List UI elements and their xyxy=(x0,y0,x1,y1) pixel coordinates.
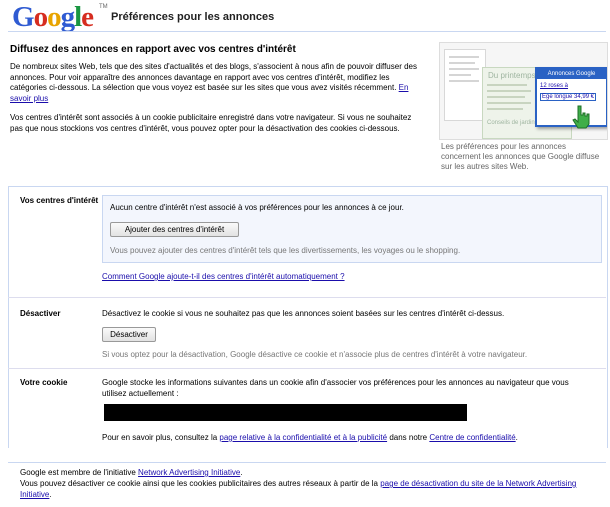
intro-text: De nombreux sites Web, tels que des site… xyxy=(10,62,417,92)
interests-status: Aucun centre d'intérêt n'est associé à v… xyxy=(110,203,404,212)
interests-label: Vos centres d'intérêt xyxy=(20,196,99,205)
row-divider xyxy=(8,297,606,298)
page-title: Préférences pour les annonces xyxy=(111,11,275,23)
more-prefix: Pour en savoir plus, consultez la xyxy=(102,433,218,442)
ad-line: 12 roses à xyxy=(540,83,569,89)
illustration-caption: Les préférences pour les annonces concer… xyxy=(441,142,600,171)
more-middle: dans notre xyxy=(389,433,428,442)
deactivate-label: Désactiver xyxy=(20,309,61,318)
header-divider xyxy=(8,31,606,32)
add-interests-button[interactable]: Ajouter des centres d'intérêt xyxy=(110,222,239,237)
cookie-value-redacted xyxy=(104,404,467,421)
interests-panel: Aucun centre d'intérêt n'est associé à v… xyxy=(102,195,602,263)
deactivate-button[interactable]: Désactiver xyxy=(102,327,156,342)
nai-link[interactable]: Network Advertising Initiative xyxy=(138,468,240,477)
google-logo[interactable]: Google xyxy=(12,2,94,32)
cookie-more-info: Pour en savoir plus, consultez la page r… xyxy=(102,433,518,442)
back-page xyxy=(444,49,486,121)
cookie-label: Votre cookie xyxy=(20,378,68,387)
webpage-subheading: Conseils de jardin xyxy=(487,120,535,126)
ad-line: Ege longue 34,99 € xyxy=(540,93,597,101)
trademark-mark: TM xyxy=(99,4,108,10)
ad-box-title: Annonces Google xyxy=(537,69,606,79)
privacy-ads-link[interactable]: page relative à la confidentialité et à … xyxy=(219,433,387,442)
interests-hint: Vous pouvez ajouter des centres d'intérê… xyxy=(110,246,461,255)
privacy-center-link[interactable]: Centre de confidentialité xyxy=(429,433,515,442)
footer-prefix: Google est membre de l'initiative xyxy=(20,468,136,477)
cookie-text: Google stocke les informations suivantes… xyxy=(102,378,569,398)
intro-heading: Diffusez des annonces en rapport avec vo… xyxy=(10,44,296,55)
intro-paragraph: De nombreux sites Web, tels que des site… xyxy=(10,62,422,104)
auto-interests-link[interactable]: Comment Google ajoute-t-il des centres d… xyxy=(102,272,345,281)
cookie-explanation: Vos centres d'intérêt sont associés à un… xyxy=(10,113,412,133)
deactivate-note: Si vous optez pour la désactivation, Goo… xyxy=(102,350,528,359)
more-suffix: . xyxy=(515,433,518,442)
deactivate-text: Désactivez le cookie si vous ne souhaite… xyxy=(102,309,505,318)
footer-optout-prefix: Vous pouvez désactiver ce cookie ainsi q… xyxy=(20,479,378,488)
row-divider xyxy=(8,368,606,369)
pointer-hand-icon xyxy=(572,105,590,129)
footer-line-nai: Google est membre de l'initiative Networ… xyxy=(20,468,590,479)
footer-suffix: . xyxy=(240,468,243,477)
footer-line-optout: Vous pouvez désactiver ce cookie ainsi q… xyxy=(20,479,590,500)
footer-optout-suffix: . xyxy=(49,489,52,499)
footer-divider xyxy=(8,462,606,463)
ads-preferences-illustration: Conseils de jardin Du printemps à Annonc… xyxy=(439,42,608,140)
